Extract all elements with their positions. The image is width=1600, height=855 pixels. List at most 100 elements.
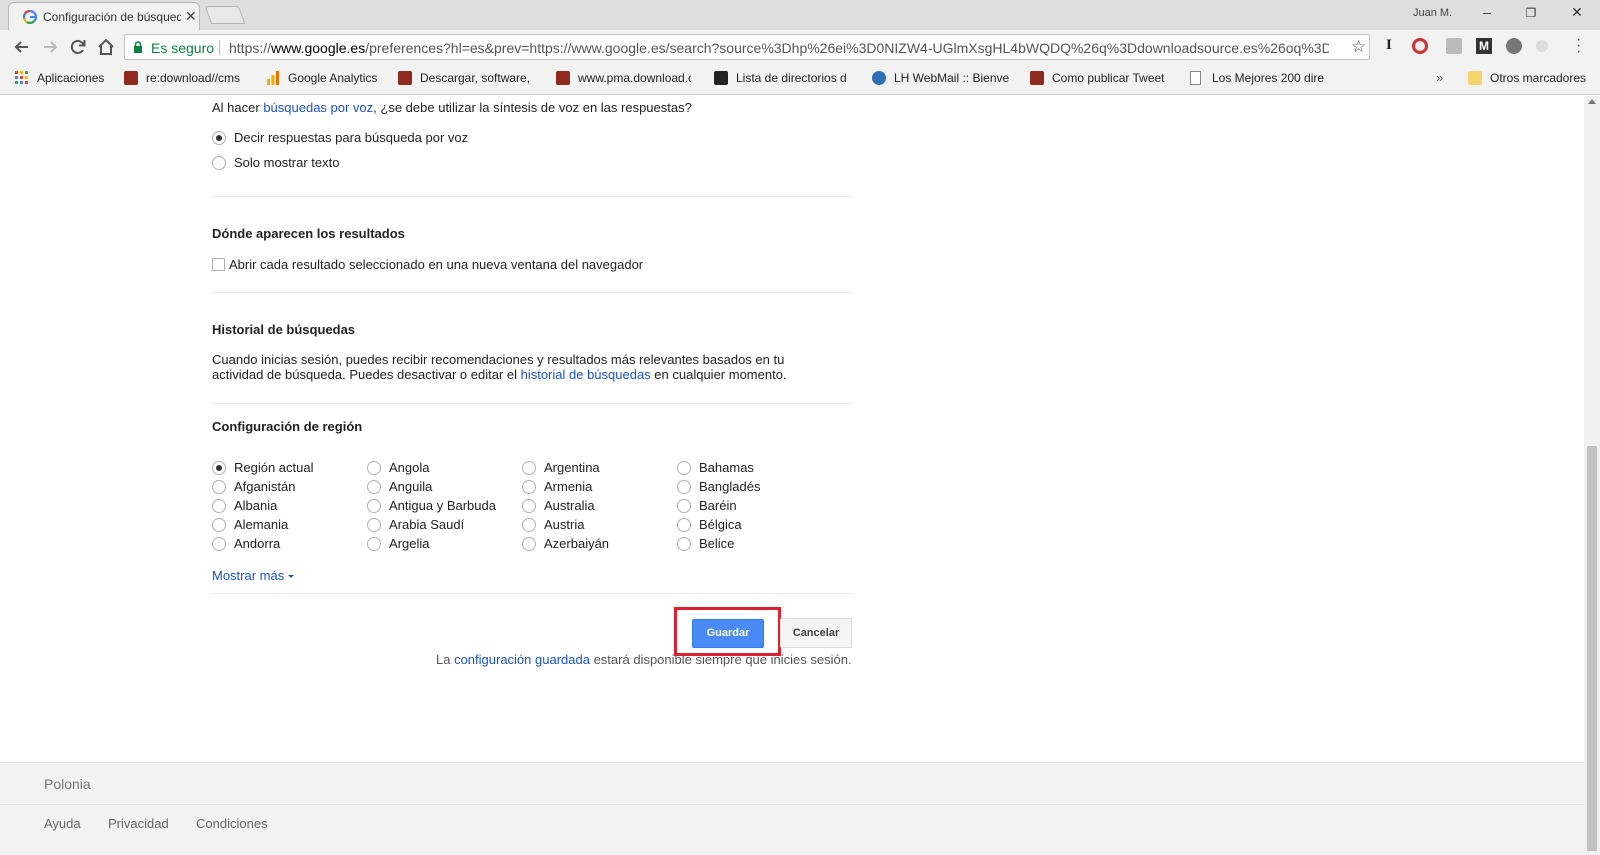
scroll-up-icon[interactable] <box>1588 99 1596 104</box>
footer-help-link[interactable]: Ayuda <box>44 816 81 831</box>
region-label: Región actual <box>234 460 314 475</box>
reload-icon[interactable] <box>68 37 88 57</box>
browser-menu-icon[interactable]: · · · <box>1576 32 1581 60</box>
region-radio[interactable] <box>212 518 226 532</box>
region-label: Belice <box>699 536 735 551</box>
show-more-link[interactable]: Mostrar más <box>212 568 295 583</box>
bookmark-pma[interactable]: www.pma.download.c <box>556 71 691 87</box>
forward-arrow-icon[interactable] <box>40 37 60 57</box>
footer-terms-link[interactable]: Condiciones <box>196 816 268 831</box>
radio-text-only[interactable] <box>212 156 226 170</box>
region-radio[interactable] <box>522 499 536 513</box>
region-option[interactable]: Angola <box>367 460 522 478</box>
region-option[interactable]: Armenia <box>522 479 677 497</box>
bookmark-label: Otros marcadores <box>1490 71 1587 85</box>
region-option[interactable]: Austria <box>522 517 677 535</box>
new-tab-button[interactable] <box>204 6 246 24</box>
ext-m-icon[interactable]: M <box>1476 38 1492 54</box>
ext-opera-icon[interactable] <box>1412 38 1428 54</box>
address-bar[interactable]: Es seguro https://www.google.es/preferen… <box>124 34 1370 60</box>
region-option[interactable]: Afganistán <box>212 479 367 497</box>
ext-rss-icon[interactable] <box>1446 38 1462 54</box>
new-window-checkbox[interactable] <box>212 258 225 271</box>
save-button[interactable]: Guardar <box>692 619 764 648</box>
page-icon <box>1190 71 1201 85</box>
region-radio[interactable] <box>677 518 691 532</box>
region-radio[interactable] <box>522 480 536 494</box>
region-radio[interactable] <box>212 499 226 513</box>
region-option[interactable]: Australia <box>522 498 677 516</box>
bookmark-webmail[interactable]: LH WebMail :: Bienve <box>872 71 1012 87</box>
voice-question-prefix: Al hacer <box>212 100 264 115</box>
close-window-icon[interactable]: ✕ <box>1566 4 1588 21</box>
bookmark-other-folder[interactable]: Otros marcadores <box>1468 71 1600 87</box>
bookmark-star-icon[interactable]: ☆ <box>1351 37 1366 57</box>
region-radio[interactable] <box>367 518 381 532</box>
region-option[interactable]: Argentina <box>522 460 677 478</box>
region-radio[interactable] <box>522 537 536 551</box>
history-text-line2-suffix: en cualquier momento. <box>650 367 787 382</box>
bookmark-mejores[interactable]: Los Mejores 200 dire <box>1190 71 1328 87</box>
region-option[interactable]: Belice <box>677 536 832 554</box>
home-icon[interactable] <box>96 37 116 57</box>
ext-gear-icon[interactable] <box>1506 38 1522 54</box>
region-option[interactable]: Antigua y Barbuda <box>367 498 522 516</box>
region-radio[interactable] <box>367 537 381 551</box>
region-radio[interactable] <box>212 537 226 551</box>
radio-speak-answers[interactable] <box>212 131 226 145</box>
region-option[interactable]: Arabia Saudí <box>367 517 522 535</box>
ext-circle-icon[interactable] <box>1536 40 1548 52</box>
region-radio[interactable] <box>677 499 691 513</box>
search-history-link[interactable]: historial de búsquedas <box>521 367 651 382</box>
profile-name[interactable]: Juan M. <box>1413 7 1452 19</box>
region-option[interactable]: Bélgica <box>677 517 832 535</box>
region-radio[interactable] <box>212 480 226 494</box>
results-title: Dónde aparecen los resultados <box>212 226 405 241</box>
bookmark-label: Los Mejores 200 dire <box>1212 71 1325 85</box>
region-option[interactable]: Anguila <box>367 479 522 497</box>
region-option[interactable]: Andorra <box>212 536 367 554</box>
ext-i-icon[interactable]: I <box>1386 37 1402 53</box>
region-radio[interactable] <box>677 461 691 475</box>
voice-search-link[interactable]: búsquedas por voz <box>263 100 373 115</box>
region-option[interactable]: Azerbaiyán <box>522 536 677 554</box>
bookmark-apps[interactable]: Aplicaciones <box>15 71 115 87</box>
region-option[interactable]: Bahamas <box>677 460 832 478</box>
close-tab-icon[interactable]: ✕ <box>185 8 197 25</box>
region-radio[interactable] <box>367 461 381 475</box>
region-label: Bahamas <box>699 460 754 475</box>
bookmark-google-analytics[interactable]: Google Analytics <box>266 71 386 87</box>
region-option[interactable]: Alemania <box>212 517 367 535</box>
bookmark-tweet[interactable]: Como publicar Tweet <box>1030 71 1170 87</box>
region-radio[interactable] <box>522 518 536 532</box>
restore-icon[interactable]: ❐ <box>1520 6 1542 20</box>
bookmark-descargar[interactable]: Descargar, software, c <box>398 71 533 87</box>
browser-tab[interactable]: Configuración de búsqueda ✕ <box>8 2 200 30</box>
region-option[interactable]: Región actual <box>212 460 367 478</box>
section-divider <box>212 292 852 293</box>
note-prefix: La <box>436 652 455 667</box>
region-label: Arabia Saudí <box>389 517 465 532</box>
region-radio[interactable] <box>677 537 691 551</box>
scrollbar-thumb[interactable] <box>1587 446 1597 851</box>
region-label: Baréin <box>699 498 737 513</box>
more-bookmarks-icon[interactable]: » <box>1436 70 1443 85</box>
region-radio[interactable] <box>367 480 381 494</box>
footer-privacy-link[interactable]: Privacidad <box>108 816 169 831</box>
minimize-icon[interactable]: – <box>1476 4 1498 20</box>
region-option[interactable]: Albania <box>212 498 367 516</box>
bookmark-directorios[interactable]: Lista de directorios d <box>714 71 854 87</box>
region-radio[interactable] <box>677 480 691 494</box>
cancel-button[interactable]: Cancelar <box>780 618 852 648</box>
region-option[interactable]: Argelia <box>367 536 522 554</box>
bookmark-label: LH WebMail :: Bienve <box>894 71 1010 85</box>
vertical-scrollbar[interactable] <box>1584 96 1600 855</box>
saved-settings-link[interactable]: configuración guardada <box>454 652 590 667</box>
region-option[interactable]: Baréin <box>677 498 832 516</box>
region-radio[interactable] <box>522 461 536 475</box>
back-arrow-icon[interactable] <box>12 37 32 57</box>
bookmark-redownload[interactable]: re:download//cms <box>124 71 249 87</box>
region-radio[interactable] <box>367 499 381 513</box>
region-option[interactable]: Bangladés <box>677 479 832 497</box>
region-radio[interactable] <box>212 461 226 475</box>
